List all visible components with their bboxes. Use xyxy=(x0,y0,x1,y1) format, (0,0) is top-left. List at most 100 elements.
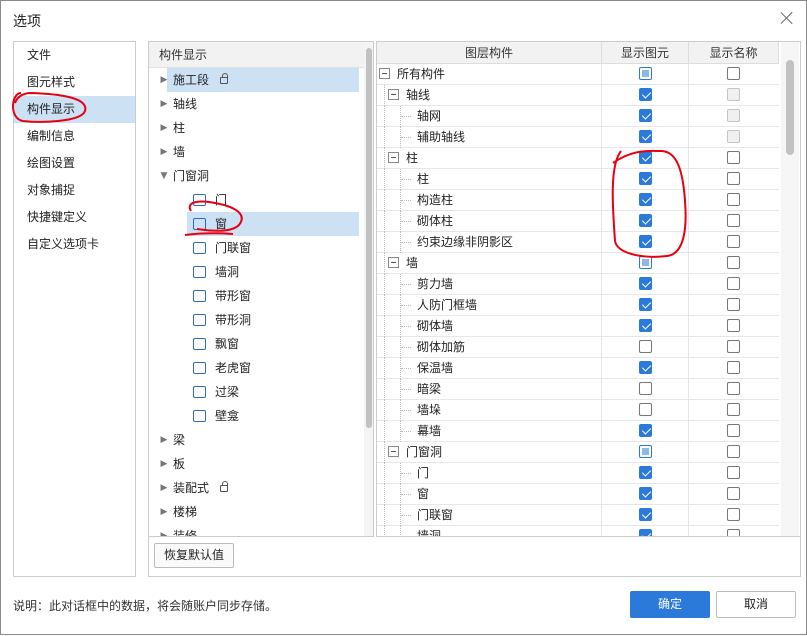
close-icon[interactable] xyxy=(778,9,796,27)
show-name-checkbox[interactable] xyxy=(727,508,740,521)
scrollbar-thumb[interactable] xyxy=(366,48,372,428)
show-name-checkbox[interactable] xyxy=(727,256,740,269)
layer-row[interactable]: 柱 xyxy=(377,169,779,190)
show-element-checkbox[interactable] xyxy=(639,508,652,521)
sidebar-item[interactable]: 文件 xyxy=(14,42,135,69)
layer-row[interactable]: 门窗洞 xyxy=(377,442,779,463)
layer-row[interactable]: 门联窗 xyxy=(377,505,779,526)
show-element-checkbox[interactable] xyxy=(639,445,652,458)
layer-row[interactable]: 人防门框墙 xyxy=(377,295,779,316)
tree-child-item[interactable]: 门联窗 xyxy=(149,236,373,260)
show-name-checkbox[interactable] xyxy=(727,487,740,500)
layer-row[interactable]: 保温墙 xyxy=(377,358,779,379)
collapse-icon[interactable] xyxy=(388,257,399,268)
sidebar-item[interactable]: 自定义选项卡 xyxy=(14,231,135,258)
show-name-checkbox[interactable] xyxy=(727,340,740,353)
show-element-checkbox[interactable] xyxy=(639,487,652,500)
sidebar-item[interactable]: 对象捕捉 xyxy=(14,177,135,204)
layer-row[interactable]: 砌体柱 xyxy=(377,211,779,232)
show-element-checkbox[interactable] xyxy=(639,193,652,206)
layer-row[interactable]: 砌体墙 xyxy=(377,316,779,337)
tree-child-item[interactable]: 窗 xyxy=(149,212,373,236)
sidebar-item[interactable]: 编制信息 xyxy=(14,123,135,150)
show-name-checkbox[interactable] xyxy=(727,361,740,374)
scrollbar-thumb[interactable] xyxy=(786,60,794,155)
tree-group-item[interactable]: ▶ 轴线 xyxy=(149,92,373,116)
show-element-checkbox[interactable] xyxy=(639,382,652,395)
cancel-button[interactable]: 取消 xyxy=(716,591,796,618)
show-element-checkbox[interactable] xyxy=(639,130,652,143)
layer-row[interactable]: 墙垛 xyxy=(377,400,779,421)
show-name-checkbox[interactable] xyxy=(727,424,740,437)
tree-group-item[interactable]: ▶ 楼梯 xyxy=(149,500,373,524)
show-element-checkbox[interactable] xyxy=(639,67,652,80)
show-name-checkbox[interactable] xyxy=(727,298,740,311)
show-name-checkbox[interactable] xyxy=(727,67,740,80)
chevron-right-icon[interactable]: ▶ xyxy=(159,140,169,164)
layer-row[interactable]: 柱 xyxy=(377,148,779,169)
show-name-checkbox[interactable] xyxy=(727,403,740,416)
show-name-checkbox[interactable] xyxy=(727,151,740,164)
show-name-checkbox[interactable] xyxy=(727,319,740,332)
show-name-checkbox[interactable] xyxy=(727,235,740,248)
collapse-icon[interactable] xyxy=(388,89,399,100)
sidebar-item[interactable]: 绘图设置 xyxy=(14,150,135,177)
layer-row[interactable]: 墙洞 xyxy=(377,526,779,536)
layer-row[interactable]: 剪力墙 xyxy=(377,274,779,295)
show-name-checkbox[interactable] xyxy=(727,277,740,290)
layer-row[interactable]: 幕墙 xyxy=(377,421,779,442)
layer-row[interactable]: 门 xyxy=(377,463,779,484)
tree-group-item[interactable]: ▶ 装配式 xyxy=(149,476,373,500)
layer-row[interactable]: 暗梁 xyxy=(377,379,779,400)
layer-row[interactable]: 轴线 xyxy=(377,85,779,106)
show-element-checkbox[interactable] xyxy=(639,298,652,311)
chevron-right-icon[interactable]: ▶ xyxy=(159,524,169,536)
chevron-right-icon[interactable]: ▶ xyxy=(159,428,169,452)
show-name-checkbox[interactable] xyxy=(727,172,740,185)
column-header-layer[interactable]: 图层构件 xyxy=(377,42,602,64)
tree-child-item[interactable]: 过梁 xyxy=(149,380,373,404)
layer-row[interactable]: 轴网 xyxy=(377,106,779,127)
show-element-checkbox[interactable] xyxy=(639,172,652,185)
chevron-right-icon[interactable]: ▶ xyxy=(159,476,169,500)
ok-button[interactable]: 确定 xyxy=(630,591,710,618)
tree-child-item[interactable]: 带形窗 xyxy=(149,284,373,308)
chevron-right-icon[interactable]: ▶ xyxy=(159,500,169,524)
show-element-checkbox[interactable] xyxy=(639,109,652,122)
sidebar-item[interactable]: 构件显示 xyxy=(14,96,135,123)
chevron-right-icon[interactable]: ▶ xyxy=(159,452,169,476)
column-header-show-name[interactable]: 显示名称 xyxy=(689,42,779,64)
show-element-checkbox[interactable] xyxy=(639,88,652,101)
sidebar-item[interactable]: 快捷键定义 xyxy=(14,204,135,231)
chevron-down-icon[interactable]: ▼ xyxy=(159,164,169,188)
tree-child-item[interactable]: 飘窗 xyxy=(149,332,373,356)
tree-child-item[interactable]: 老虎窗 xyxy=(149,356,373,380)
show-element-checkbox[interactable] xyxy=(639,256,652,269)
show-name-checkbox[interactable] xyxy=(727,193,740,206)
component-tree-scrollbar[interactable] xyxy=(364,42,373,536)
show-element-checkbox[interactable] xyxy=(639,361,652,374)
layer-row[interactable]: 构造柱 xyxy=(377,190,779,211)
show-element-checkbox[interactable] xyxy=(639,235,652,248)
show-name-checkbox[interactable] xyxy=(727,445,740,458)
show-element-checkbox[interactable] xyxy=(639,319,652,332)
tree-group-item[interactable]: ▶ 装修 xyxy=(149,524,373,536)
collapse-icon[interactable] xyxy=(388,152,399,163)
tree-group-item[interactable]: ▶ 墙 xyxy=(149,140,373,164)
tree-group-item[interactable]: ▼ 门窗洞 xyxy=(149,164,373,188)
show-element-checkbox[interactable] xyxy=(639,529,652,536)
layer-row[interactable]: 砌体加筋 xyxy=(377,337,779,358)
show-name-checkbox[interactable] xyxy=(727,466,740,479)
show-element-checkbox[interactable] xyxy=(639,214,652,227)
chevron-right-icon[interactable]: ▶ xyxy=(159,68,169,92)
tree-group-item[interactable]: ▶ 梁 xyxy=(149,428,373,452)
tree-child-item[interactable]: 墙洞 xyxy=(149,260,373,284)
sidebar-item[interactable]: 图元样式 xyxy=(14,69,135,96)
chevron-right-icon[interactable]: ▶ xyxy=(159,92,169,116)
show-element-checkbox[interactable] xyxy=(639,466,652,479)
show-name-checkbox[interactable] xyxy=(727,214,740,227)
show-element-checkbox[interactable] xyxy=(639,277,652,290)
tree-group-item[interactable]: ▶ 柱 xyxy=(149,116,373,140)
layer-table-scrollbar[interactable] xyxy=(781,42,799,536)
layer-row[interactable]: 墙 xyxy=(377,253,779,274)
